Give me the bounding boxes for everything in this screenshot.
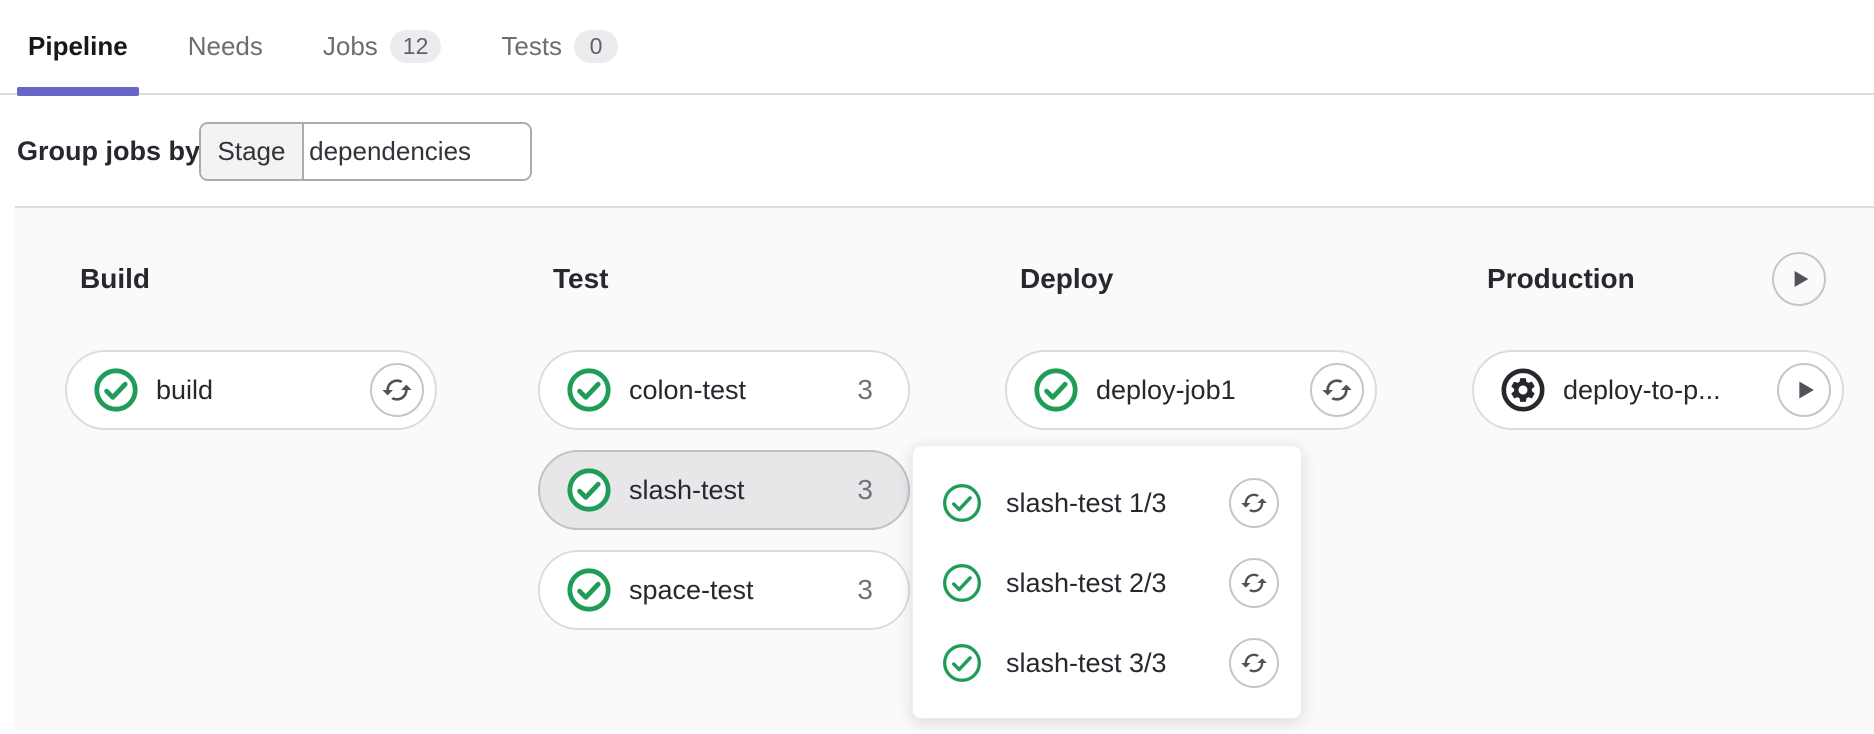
stage-test-jobs: colon-test 3 slash-test 3 space-test 3 [538, 350, 910, 630]
tab-tests-label: Tests [501, 31, 562, 62]
status-success-icon [941, 642, 983, 684]
job-name: slash-test [629, 475, 857, 506]
job-name: slash-test 3/3 [1006, 648, 1229, 679]
job-build[interactable]: build [65, 350, 437, 430]
retry-icon [1321, 374, 1353, 406]
play-job-button[interactable] [1777, 363, 1831, 417]
job-name: space-test [629, 575, 857, 606]
tab-pipeline-label: Pipeline [28, 31, 128, 62]
pipeline-tab-bar: Pipeline Needs Jobs 12 Tests 0 [0, 0, 1874, 95]
parallel-jobs-counter: 3 [857, 474, 873, 506]
stage-test-header: Test [538, 252, 910, 306]
status-success-icon [1032, 366, 1080, 414]
stage-deploy-jobs: deploy-job1 [1005, 350, 1377, 430]
stage-production-header: Production [1472, 252, 1844, 306]
tab-jobs-label: Jobs [323, 31, 378, 62]
status-success-icon [565, 466, 613, 514]
tab-needs-label: Needs [188, 31, 263, 62]
job-name: slash-test 2/3 [1006, 568, 1229, 599]
retry-icon [1240, 649, 1268, 677]
run-all-manual-jobs-button[interactable] [1772, 252, 1826, 306]
jobs-count-badge: 12 [390, 30, 442, 63]
tab-pipeline[interactable]: Pipeline [17, 0, 139, 94]
job-colon-test[interactable]: colon-test 3 [538, 350, 910, 430]
dropdown-job-slash-test-1[interactable]: slash-test 1/3 [913, 463, 1301, 543]
active-tab-indicator [17, 87, 139, 96]
group-jobs-by-label: Group jobs by [17, 122, 200, 181]
play-icon [1788, 374, 1820, 406]
retry-job-button[interactable] [1229, 558, 1279, 608]
retry-icon [381, 374, 413, 406]
status-success-icon [941, 482, 983, 524]
status-manual-icon [1499, 366, 1547, 414]
job-name: colon-test [629, 375, 857, 406]
dropdown-job-slash-test-2[interactable]: slash-test 2/3 [913, 543, 1301, 623]
status-success-icon [565, 366, 613, 414]
group-jobs-by-toggle: Stage Job dependencies [199, 122, 532, 181]
status-success-icon [565, 566, 613, 614]
retry-job-button[interactable] [1310, 363, 1364, 417]
status-success-icon [92, 366, 140, 414]
stage-test-title: Test [553, 263, 609, 295]
stage-build-header: Build [65, 252, 437, 306]
stage-build-jobs: build [65, 350, 437, 430]
parallel-jobs-counter: 3 [857, 574, 873, 606]
tab-tests[interactable]: Tests 0 [490, 0, 629, 94]
stage-deploy-title: Deploy [1020, 263, 1113, 295]
dropdown-job-slash-test-3[interactable]: slash-test 3/3 [913, 623, 1301, 703]
job-name: slash-test 1/3 [1006, 488, 1229, 519]
retry-job-button[interactable] [1229, 638, 1279, 688]
stage-build-title: Build [80, 263, 150, 295]
status-success-icon [941, 562, 983, 604]
job-deploy-to-production[interactable]: deploy-to-p... [1472, 350, 1844, 430]
parallel-jobs-dropdown: slash-test 1/3 slash-test 2/3 slash-test… [912, 445, 1302, 719]
parallel-jobs-counter: 3 [857, 374, 873, 406]
retry-icon [1240, 489, 1268, 517]
tests-count-badge: 0 [574, 30, 618, 63]
job-name: deploy-to-p... [1563, 375, 1777, 406]
retry-job-button[interactable] [370, 363, 424, 417]
tab-jobs[interactable]: Jobs 12 [312, 0, 453, 94]
tab-needs[interactable]: Needs [177, 0, 274, 94]
job-deploy-job1[interactable]: deploy-job1 [1005, 350, 1377, 430]
retry-icon [1240, 569, 1268, 597]
play-icon [1784, 264, 1814, 294]
job-name: deploy-job1 [1096, 375, 1310, 406]
stage-production-title: Production [1487, 263, 1635, 295]
job-space-test[interactable]: space-test 3 [538, 550, 910, 630]
job-slash-test[interactable]: slash-test 3 [538, 450, 910, 530]
job-name: build [156, 375, 370, 406]
stage-deploy-header: Deploy [1005, 252, 1377, 306]
retry-job-button[interactable] [1229, 478, 1279, 528]
toggle-option-stage[interactable]: Stage [201, 124, 304, 179]
stage-production-jobs: deploy-to-p... [1472, 350, 1844, 430]
